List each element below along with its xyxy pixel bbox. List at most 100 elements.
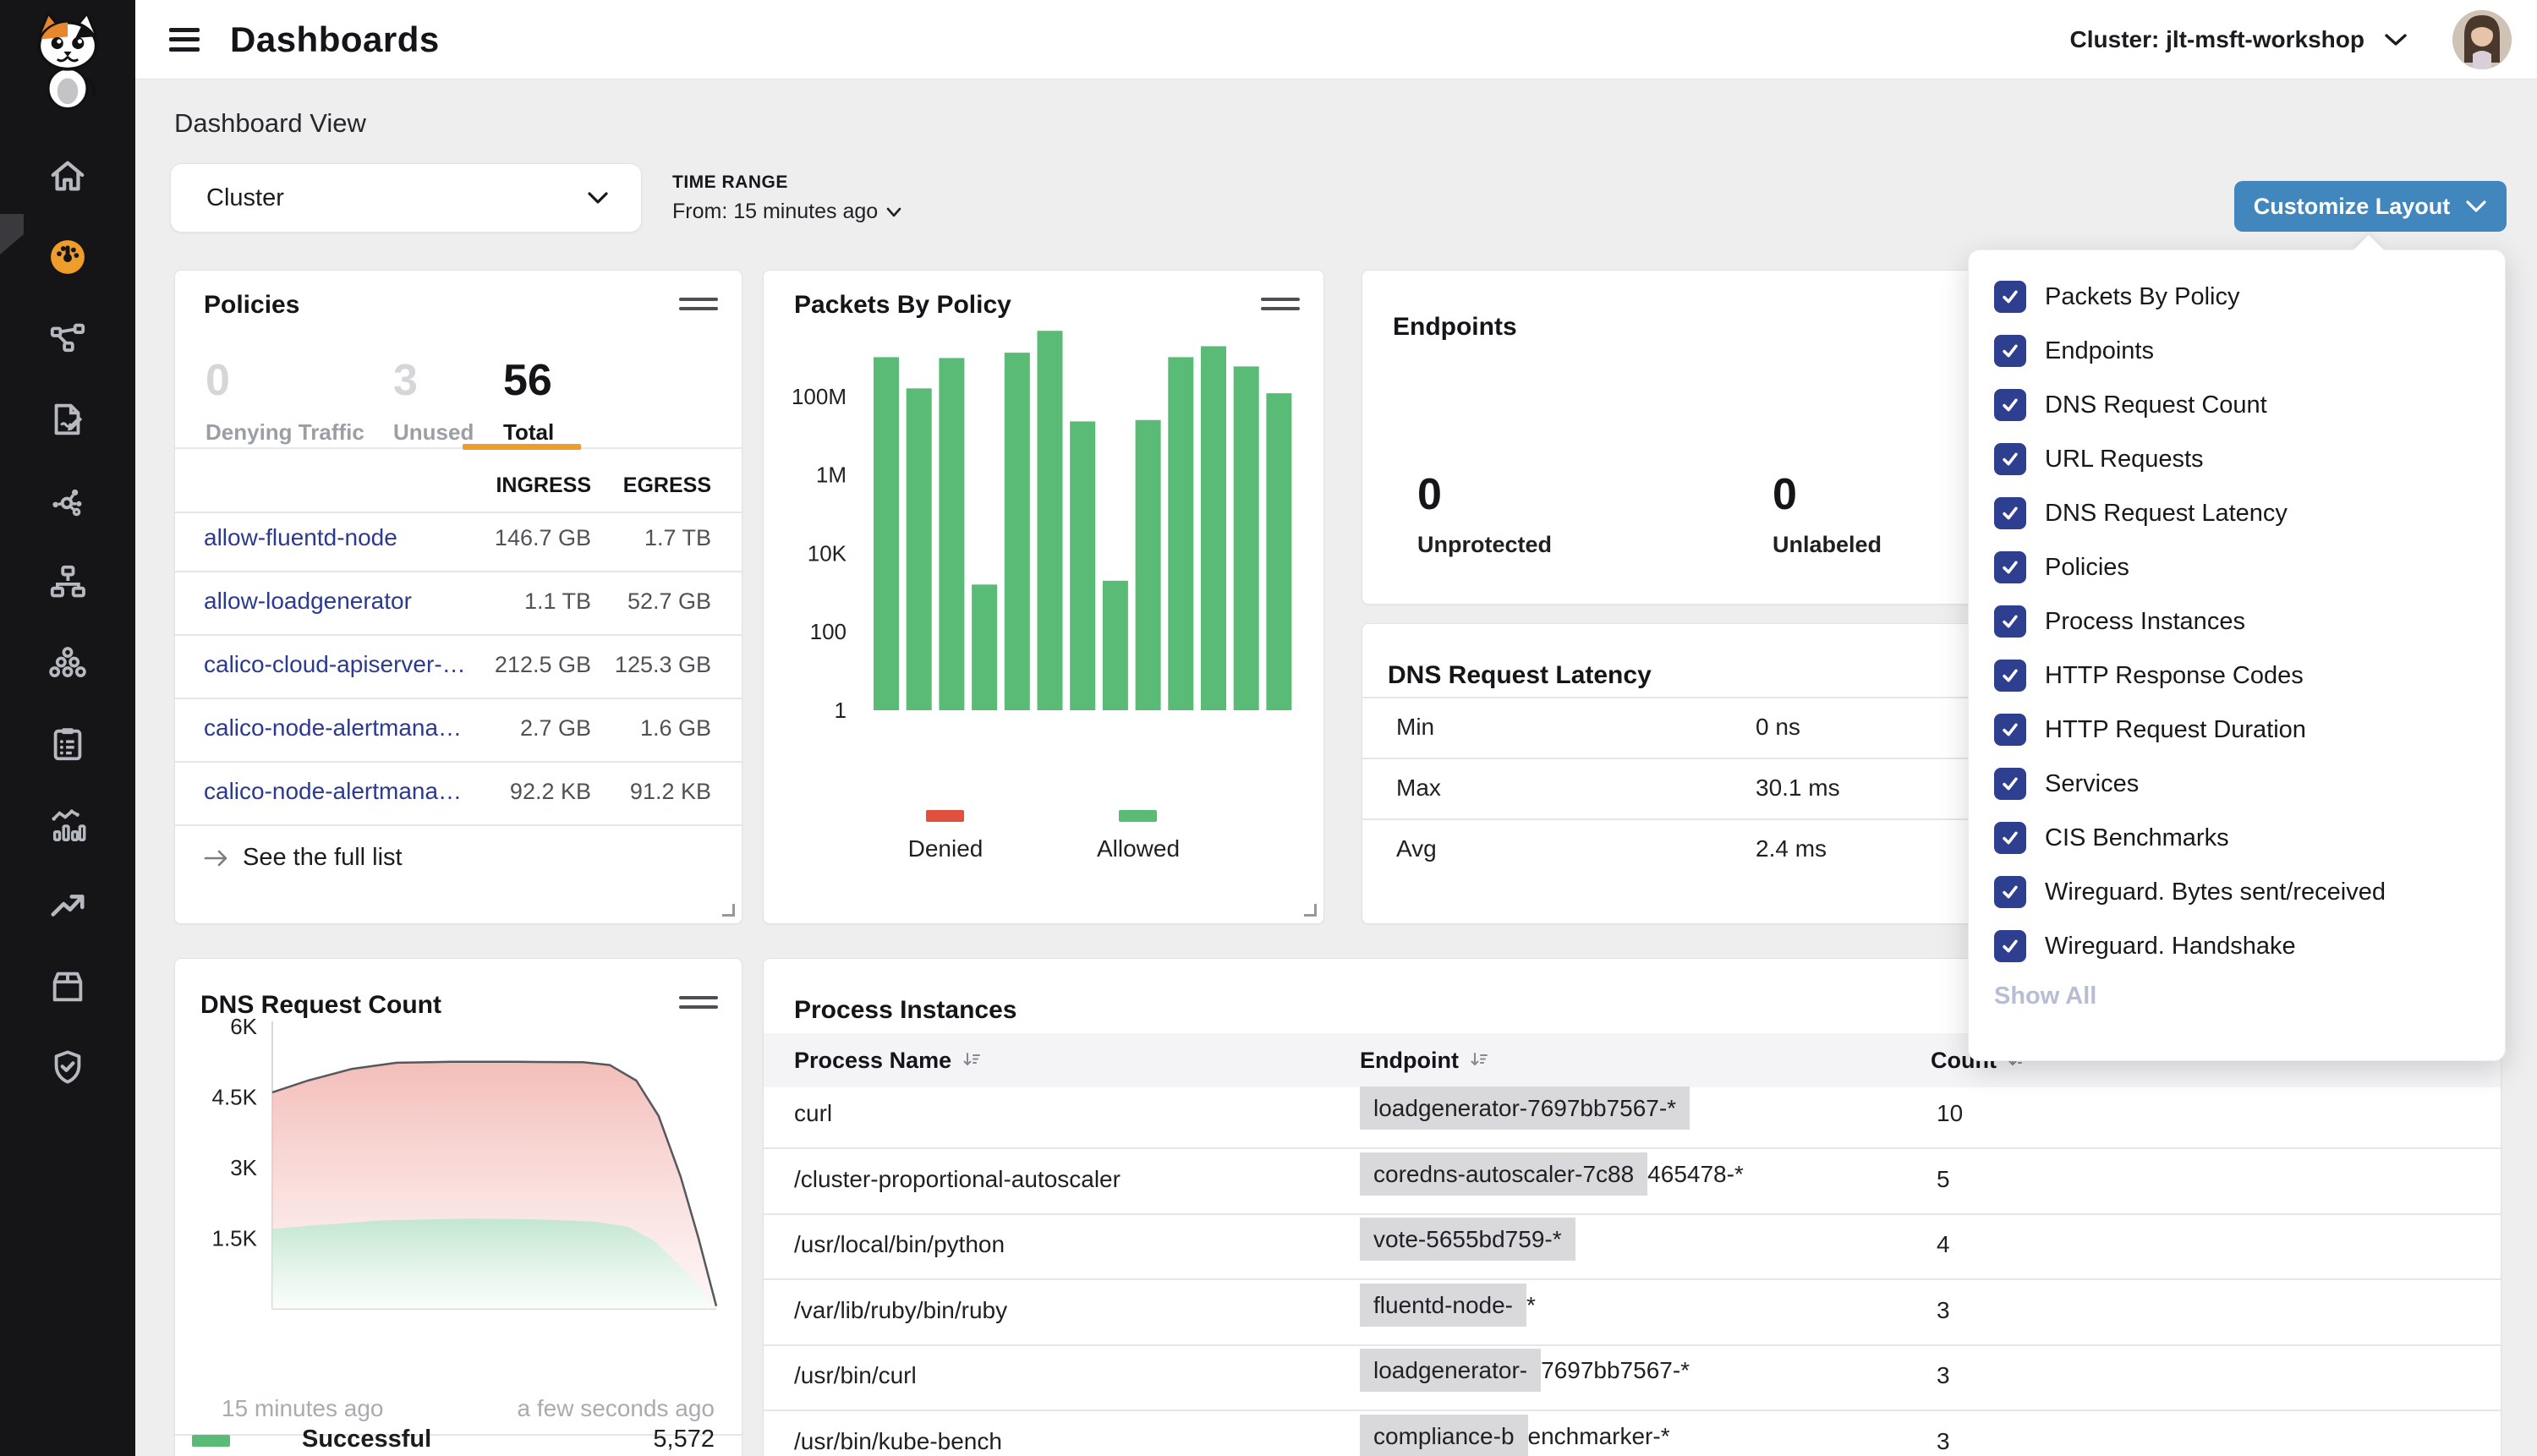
checkbox-checked-icon[interactable] bbox=[1994, 660, 2026, 692]
trending-up-icon bbox=[48, 886, 87, 925]
sidebar-item-policy-edit[interactable] bbox=[0, 392, 135, 446]
endpoint-cell: loadgenerator-7697bb7567-* bbox=[1360, 1095, 1690, 1122]
latency-row-value: 2.4 ms bbox=[1756, 835, 1827, 862]
policy-egress-value: 52.7 GB bbox=[627, 588, 711, 615]
sidebar-item-shield-check[interactable] bbox=[0, 1040, 135, 1094]
sidebar-item-dashboards-gauge[interactable] bbox=[0, 230, 135, 284]
allowed-bar bbox=[1070, 421, 1095, 710]
checkbox-checked-icon[interactable] bbox=[1994, 714, 2026, 746]
policies-col-egress: EGRESS bbox=[623, 473, 711, 498]
sidebar-item-service-graph[interactable] bbox=[0, 311, 135, 365]
active-tab-underline bbox=[463, 444, 581, 450]
menu-item-4[interactable]: DNS Request Latency bbox=[1994, 486, 2288, 540]
menu-item-5[interactable]: Policies bbox=[1994, 540, 2129, 594]
menu-item-0[interactable]: Packets By Policy bbox=[1994, 270, 2239, 324]
checkbox-checked-icon[interactable] bbox=[1994, 930, 2026, 962]
menu-item-3[interactable]: URL Requests bbox=[1994, 432, 2204, 486]
policy-link[interactable]: calico-node-alertmana… bbox=[204, 778, 462, 805]
endpoint-chip: compliance-b bbox=[1360, 1415, 1528, 1456]
time-range-value[interactable]: From: 15 minutes ago bbox=[672, 200, 901, 224]
cluster-selector[interactable]: Cluster: jlt-msft-workshop bbox=[2070, 26, 2408, 53]
divider bbox=[764, 1147, 2501, 1149]
menu-item-2[interactable]: DNS Request Count bbox=[1994, 378, 2267, 432]
menu-item-label: URL Requests bbox=[2045, 446, 2204, 473]
page-title: Dashboards bbox=[230, 19, 440, 60]
process-name-column-header[interactable]: Process Name bbox=[794, 1033, 982, 1087]
menu-item-10[interactable]: CIS Benchmarks bbox=[1994, 811, 2229, 865]
menu-item-12[interactable]: Wireguard. Handshake bbox=[1994, 919, 2296, 973]
policy-link[interactable]: allow-fluentd-node bbox=[204, 524, 397, 551]
policies-stat-total[interactable]: 56Total bbox=[503, 355, 554, 446]
checkbox-checked-icon[interactable] bbox=[1994, 605, 2026, 638]
drag-handle-icon[interactable] bbox=[679, 996, 718, 1015]
customize-layout-button[interactable]: Customize Layout bbox=[2234, 181, 2507, 232]
divider bbox=[175, 824, 742, 826]
menu-item-label: DNS Request Latency bbox=[2045, 500, 2288, 528]
endpoint-column-header[interactable]: Endpoint bbox=[1360, 1033, 1489, 1087]
policy-link[interactable]: calico-cloud-apiserver-… bbox=[204, 651, 466, 678]
activity-stats-icon bbox=[48, 806, 87, 845]
checkbox-checked-icon[interactable] bbox=[1994, 822, 2026, 854]
sidebar-item-threat-graph[interactable] bbox=[0, 474, 135, 528]
sidebar-item-activity-stats[interactable] bbox=[0, 798, 135, 852]
stat-value: 0 bbox=[1773, 469, 1882, 520]
checkbox-checked-icon[interactable] bbox=[1994, 281, 2026, 313]
dns-count-card: DNS Request Count 1.5K3K4.5K6K 15 minute… bbox=[174, 958, 742, 1456]
divider bbox=[175, 512, 742, 513]
checkbox-checked-icon[interactable] bbox=[1994, 876, 2026, 908]
dashboard-view-select[interactable]: Cluster bbox=[170, 163, 642, 233]
endpoints-stat-unprotected: 0Unprotected bbox=[1417, 469, 1552, 558]
policy-link[interactable]: calico-node-alertmana… bbox=[204, 714, 462, 742]
sidebar-item-package-box[interactable] bbox=[0, 960, 135, 1014]
hamburger-menu-icon[interactable] bbox=[169, 28, 200, 52]
drag-handle-icon[interactable] bbox=[679, 298, 718, 316]
endpoint-cell: vote-5655bd759-* bbox=[1360, 1226, 1575, 1253]
sidebar-item-compliance-clipboard[interactable] bbox=[0, 717, 135, 771]
stat-label: Unprotected bbox=[1417, 532, 1552, 558]
time-range-label: TIME RANGE bbox=[672, 172, 901, 193]
calico-cat-logo[interactable] bbox=[29, 10, 107, 114]
checkbox-checked-icon[interactable] bbox=[1994, 497, 2026, 529]
checkbox-checked-icon[interactable] bbox=[1994, 768, 2026, 800]
menu-item-9[interactable]: Services bbox=[1994, 757, 2139, 811]
latency-row-label: Min bbox=[1396, 714, 1434, 741]
user-avatar[interactable] bbox=[2452, 10, 2512, 69]
divider bbox=[175, 761, 742, 763]
dashboard-view-label: Dashboard View bbox=[174, 108, 366, 139]
package-box-icon bbox=[48, 967, 87, 1006]
successful-legend-label: Successful bbox=[302, 1426, 431, 1453]
latency-row-value: 0 ns bbox=[1756, 714, 1800, 741]
policies-col-ingress: INGRESS bbox=[496, 473, 591, 498]
divider bbox=[764, 1278, 2501, 1280]
allowed-bar bbox=[1038, 331, 1063, 710]
count-cell: 3 bbox=[1937, 1297, 1950, 1324]
menu-item-6[interactable]: Process Instances bbox=[1994, 594, 2245, 649]
sidebar-item-cluster-nodes[interactable] bbox=[0, 636, 135, 690]
checkbox-checked-icon[interactable] bbox=[1994, 335, 2026, 367]
checkbox-checked-icon[interactable] bbox=[1994, 389, 2026, 421]
see-full-list-link[interactable]: See the full list bbox=[204, 844, 403, 872]
checkbox-checked-icon[interactable] bbox=[1994, 443, 2026, 475]
sidebar-item-network-tree[interactable] bbox=[0, 555, 135, 609]
allowed-bar bbox=[874, 357, 899, 710]
policies-stat-denying-traffic[interactable]: 0Denying Traffic bbox=[205, 355, 364, 446]
policies-stat-unused[interactable]: 3Unused bbox=[393, 355, 474, 446]
endpoint-chip: coredns-autoscaler-7c88 bbox=[1360, 1152, 1647, 1196]
policy-link[interactable]: allow-loadgenerator bbox=[204, 588, 412, 615]
y-tick-label: 3K bbox=[230, 1155, 257, 1180]
allowed-legend-swatch bbox=[1119, 810, 1157, 822]
menu-item-1[interactable]: Endpoints bbox=[1994, 324, 2154, 378]
menu-item-11[interactable]: Wireguard. Bytes sent/received bbox=[1994, 865, 2386, 919]
menu-item-label: Packets By Policy bbox=[2045, 283, 2239, 311]
menu-item-8[interactable]: HTTP Request Duration bbox=[1994, 703, 2306, 757]
show-all-link[interactable]: Show All bbox=[1994, 983, 2096, 1010]
y-tick-label: 1 bbox=[835, 698, 847, 723]
menu-item-7[interactable]: HTTP Response Codes bbox=[1994, 649, 2304, 703]
sidebar-item-home[interactable] bbox=[0, 149, 135, 203]
sidebar-item-trending-up[interactable] bbox=[0, 879, 135, 933]
endpoint-chip: loadgenerator- bbox=[1360, 1349, 1541, 1392]
resize-handle[interactable] bbox=[722, 904, 735, 917]
checkbox-checked-icon[interactable] bbox=[1994, 551, 2026, 583]
resize-handle[interactable] bbox=[1304, 904, 1317, 917]
endpoint-chip: fluentd-node- bbox=[1360, 1284, 1526, 1327]
